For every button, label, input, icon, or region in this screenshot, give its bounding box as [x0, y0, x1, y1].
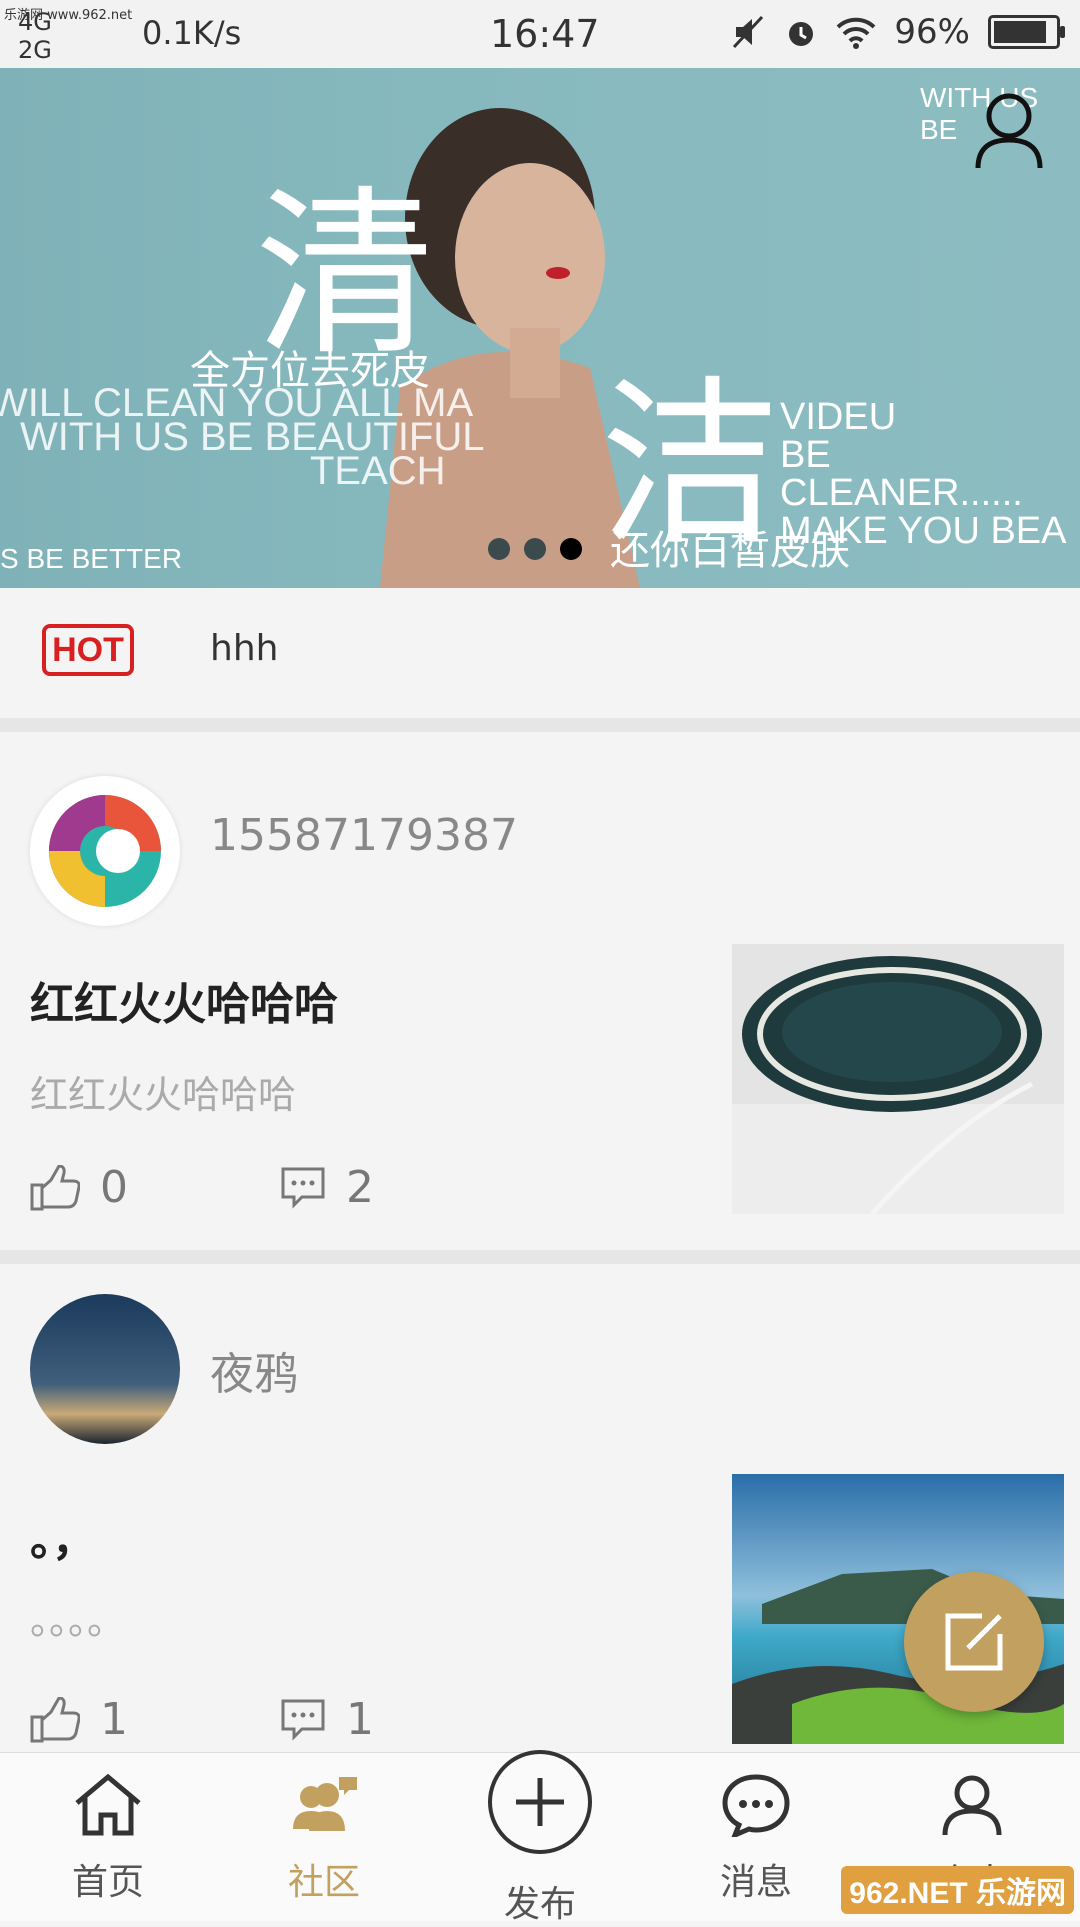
clock: 16:47: [490, 12, 600, 56]
banner-cn-line-2: 还你白皙皮肤: [610, 529, 850, 573]
compose-button[interactable]: [904, 1572, 1044, 1712]
publish-button[interactable]: [488, 1750, 592, 1854]
mute-icon: [733, 15, 764, 49]
tab-label: 发布: [503, 1884, 576, 1925]
battery-icon: [988, 15, 1065, 49]
tab-label: 消息: [719, 1862, 792, 1903]
comment-icon: [281, 1167, 325, 1209]
status-icons: 96%: [732, 12, 1065, 52]
hot-topic-text[interactable]: hhh: [210, 628, 278, 669]
banner-en-block-1: WILL CLEAN YOU ALL MA WITH US BE BEAUTIF…: [0, 383, 485, 493]
like-stat[interactable]: 1: [30, 1694, 128, 1745]
banner-en-line-3: TEACH: [310, 449, 446, 493]
profile-icon[interactable]: [974, 90, 1044, 170]
comment-stat[interactable]: 2: [280, 1162, 374, 1213]
network-4g: 4G: [18, 8, 52, 36]
comment-icon: [281, 1699, 325, 1741]
status-bar: 乐游网 www.962.net 4G 2G 0.1K/s 16:47 96%: [0, 0, 1080, 68]
post-body[interactable]: 。。。。: [30, 1590, 125, 1645]
post-card[interactable]: 15587179387 红红火火哈哈哈 红红火火哈哈哈 0 2: [0, 732, 1080, 1250]
watermark-badge: 962.NET 乐游网: [841, 1866, 1074, 1914]
avatar-sky-image: [30, 1294, 180, 1444]
edit-icon: [945, 1613, 1003, 1671]
network-2g: 2G: [18, 36, 52, 64]
carousel-dot[interactable]: [560, 538, 582, 560]
tab-messages[interactable]: 消息: [648, 1753, 864, 1921]
home-icon: [75, 1773, 141, 1836]
user-icon: [942, 1775, 1002, 1836]
community-icon: [293, 1777, 357, 1831]
wifi-icon: [837, 17, 876, 49]
section-divider: [0, 1250, 1080, 1264]
banner-en-bottom: S BE BETTER: [0, 543, 183, 574]
tab-label: 社区: [287, 1862, 360, 1903]
like-stat[interactable]: 0: [30, 1162, 128, 1213]
hot-topic-bar[interactable]: HOT hhh: [0, 588, 1080, 718]
network-speed: 0.1K/s: [142, 14, 242, 52]
post-author[interactable]: 夜鸦: [210, 1338, 298, 1402]
avatar[interactable]: [30, 1294, 180, 1444]
post-author[interactable]: 15587179387: [210, 810, 518, 861]
thumbs-up-icon: [30, 1164, 80, 1210]
like-count: 1: [100, 1694, 128, 1745]
post-title[interactable]: 。，: [30, 1504, 96, 1568]
network-indicator: 4G 2G: [18, 8, 52, 64]
hot-badge: HOT: [42, 624, 134, 676]
banner-en-right-1: VIDEU: [780, 396, 897, 438]
thumbnail-plate-image: [732, 944, 1064, 1214]
carousel-dot[interactable]: [524, 538, 546, 560]
comment-count: 1: [346, 1694, 374, 1745]
comment-count: 2: [346, 1162, 374, 1213]
comment-stat[interactable]: 1: [280, 1694, 374, 1745]
tab-label: 首页: [71, 1862, 144, 1903]
battery-percent: 96%: [894, 12, 970, 52]
alarm-icon: [789, 22, 814, 46]
section-divider: [0, 718, 1080, 732]
avatar-logo-icon: [49, 795, 161, 907]
carousel-indicator[interactable]: [488, 538, 582, 560]
post-body[interactable]: 红红火火哈哈哈: [30, 1064, 296, 1119]
post-title[interactable]: 红红火火哈哈哈: [30, 968, 338, 1032]
carousel-dot[interactable]: [488, 538, 510, 560]
thumbs-up-icon: [30, 1696, 80, 1742]
post-thumbnail[interactable]: [732, 944, 1064, 1214]
like-count: 0: [100, 1162, 128, 1213]
banner-carousel[interactable]: 清 洁 全方位去死皮 WILL CLEAN YOU ALL MA WITH US…: [0, 68, 1080, 588]
banner-en-right-2: BE CLEANER......: [780, 434, 1023, 514]
battery-fill: [994, 21, 1046, 43]
plus-icon: [516, 1778, 564, 1826]
avatar[interactable]: [30, 776, 180, 926]
tab-home[interactable]: 首页: [0, 1753, 216, 1921]
message-icon: [722, 1774, 790, 1837]
tab-community[interactable]: 社区: [216, 1753, 432, 1921]
